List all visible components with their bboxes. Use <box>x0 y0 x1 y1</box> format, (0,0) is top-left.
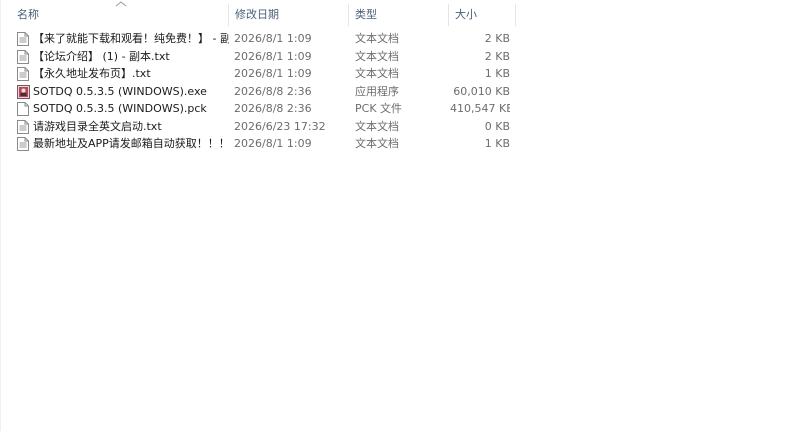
text-file-icon <box>17 32 29 46</box>
file-name: 【论坛介绍】 (1) - 副本.txt <box>33 49 170 63</box>
file-list-view: 名称 修改日期 类型 大小 【来了就能下载和观看！纯免费！】 - 副... 20… <box>0 0 800 431</box>
column-header-size[interactable]: 大小 <box>449 4 516 26</box>
file-name-cell[interactable]: 【永久地址发布页】.txt <box>17 65 229 83</box>
file-size: 2 KB <box>484 32 510 45</box>
file-row-1[interactable]: 【来了就能下载和观看！纯免费！】 - 副... 2026/8/1 1:09 文本… <box>0 30 520 48</box>
file-row-3[interactable]: 【永久地址发布页】.txt 2026/8/1 1:09 文本文档 1 KB <box>0 65 520 83</box>
file-name-cell[interactable]: 请游戏目录全英文启动.txt <box>17 118 229 136</box>
text-file-icon <box>17 137 29 151</box>
file-name: SOTDQ 0.5.3.5 (WINDOWS).exe <box>33 84 207 98</box>
column-header-name[interactable]: 名称 <box>11 4 229 26</box>
file-date: 2026/6/23 17:32 <box>234 119 326 133</box>
file-type: 文本文档 <box>355 32 399 45</box>
text-file-icon <box>17 67 29 81</box>
file-type: 应用程序 <box>355 84 399 98</box>
file-date: 2026/8/1 1:09 <box>234 49 312 63</box>
column-header-type[interactable]: 类型 <box>349 4 449 26</box>
file-size: 410,547 KB <box>450 102 510 115</box>
file-size: 2 KB <box>484 49 510 63</box>
file-name: 【来了就能下载和观看！纯免费！】 - 副... <box>33 32 229 45</box>
file-date: 2026/8/1 1:09 <box>234 137 312 150</box>
file-size: 1 KB <box>484 67 510 80</box>
file-size: 60,010 KB <box>453 84 510 98</box>
file-date: 2026/8/1 1:09 <box>234 67 312 80</box>
column-header-row: 名称 修改日期 类型 大小 <box>0 4 520 26</box>
file-type: 文本文档 <box>355 49 399 63</box>
file-row-4[interactable]: SOTDQ 0.5.3.5 (WINDOWS).exe 2026/8/8 2:3… <box>0 83 520 101</box>
file-name: 【永久地址发布页】.txt <box>33 67 151 80</box>
file-size: 0 KB <box>484 119 510 133</box>
file-row-2[interactable]: 【论坛介绍】 (1) - 副本.txt 2026/8/1 1:09 文本文档 2… <box>0 48 520 66</box>
file-row-6[interactable]: 请游戏目录全英文启动.txt 2026/6/23 17:32 文本文档 0 KB <box>0 118 520 136</box>
text-file-icon <box>17 49 29 64</box>
file-type: 文本文档 <box>355 67 399 80</box>
file-name-cell[interactable]: 最新地址及APP请发邮箱自动获取！！！... <box>17 135 229 153</box>
file-size: 1 KB <box>484 137 510 150</box>
file-name: SOTDQ 0.5.3.5 (WINDOWS).pck <box>33 102 207 115</box>
file-date: 2026/8/1 1:09 <box>234 32 312 45</box>
file-type: 文本文档 <box>355 137 399 150</box>
file-type: 文本文档 <box>355 119 399 133</box>
column-header-date[interactable]: 修改日期 <box>229 4 349 26</box>
file-name-cell[interactable]: 【来了就能下载和观看！纯免费！】 - 副... <box>17 30 229 48</box>
file-name: 请游戏目录全英文启动.txt <box>33 119 162 133</box>
application-icon <box>17 84 30 99</box>
file-rows: 【来了就能下载和观看！纯免费！】 - 副... 2026/8/1 1:09 文本… <box>0 30 520 153</box>
file-name-cell[interactable]: SOTDQ 0.5.3.5 (WINDOWS).pck <box>17 100 229 118</box>
file-row-5[interactable]: SOTDQ 0.5.3.5 (WINDOWS).pck 2026/8/8 2:3… <box>0 100 520 118</box>
text-file-icon <box>17 119 29 134</box>
file-name-cell[interactable]: 【论坛介绍】 (1) - 副本.txt <box>17 48 229 66</box>
file-type: PCK 文件 <box>355 102 403 115</box>
file-name-cell[interactable]: SOTDQ 0.5.3.5 (WINDOWS).exe <box>17 83 229 101</box>
file-date: 2026/8/8 2:36 <box>234 102 312 115</box>
file-row-7[interactable]: 最新地址及APP请发邮箱自动获取！！！... 2026/8/1 1:09 文本文… <box>0 135 520 153</box>
blank-file-icon <box>17 102 29 116</box>
file-name: 最新地址及APP请发邮箱自动获取！！！... <box>33 137 229 150</box>
file-date: 2026/8/8 2:36 <box>234 84 312 98</box>
